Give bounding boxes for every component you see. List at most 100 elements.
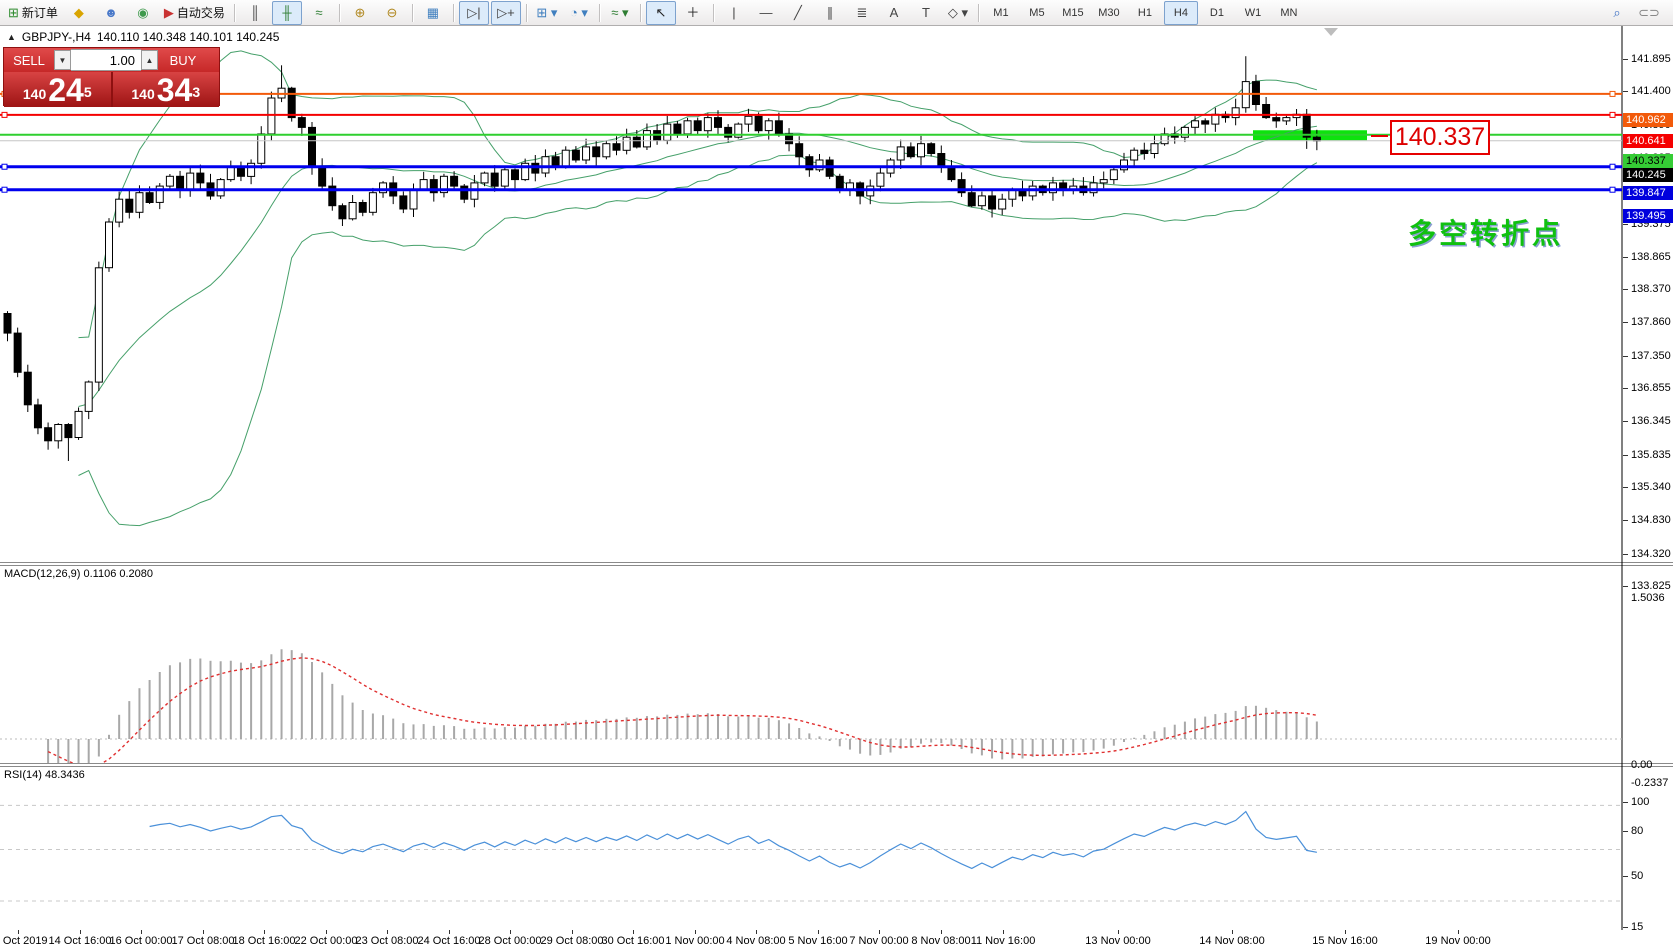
price-tick xyxy=(1623,520,1628,521)
support-1-line-anchor[interactable] xyxy=(1610,164,1615,169)
cursor-button[interactable]: ↖ xyxy=(646,1,676,25)
tf-m15-button[interactable]: M15 xyxy=(1056,1,1090,25)
sell-price[interactable]: 140 24 5 xyxy=(4,72,113,107)
chat-button[interactable]: ⊂⊃ xyxy=(1634,1,1664,25)
candle xyxy=(775,121,782,134)
chart-shift-button[interactable]: ▷| xyxy=(459,1,489,25)
zoom-in-button[interactable]: ⊕ xyxy=(345,1,375,25)
time-axis: 11 Oct 201914 Oct 16:0016 Oct 00:0017 Oc… xyxy=(0,930,1673,950)
candle xyxy=(765,121,772,131)
rsi-tick xyxy=(1623,802,1628,803)
tf-mn-button[interactable]: MN xyxy=(1272,1,1306,25)
horizontal-line-button[interactable]: ― xyxy=(751,1,781,25)
zoom-out-icon: ⊖ xyxy=(386,6,397,19)
candle xyxy=(410,189,417,209)
volume-input[interactable] xyxy=(71,49,141,71)
time-tick xyxy=(18,930,19,934)
support-1-line-anchor[interactable] xyxy=(2,164,7,169)
price-tick-label: 134.830 xyxy=(1631,514,1671,526)
vertical-line-button[interactable]: | xyxy=(719,1,749,25)
candle xyxy=(968,193,975,206)
buy-price[interactable]: 140 34 3 xyxy=(113,72,220,107)
tf-m30-button[interactable]: M30 xyxy=(1092,1,1126,25)
tile-windows-button[interactable]: ▦ xyxy=(418,1,448,25)
time-label: 18 Oct 16:00 xyxy=(233,935,296,947)
volume-down-button[interactable]: ▼ xyxy=(54,50,71,70)
channel-button[interactable]: ∥ xyxy=(815,1,845,25)
price-tick-label: 136.345 xyxy=(1631,415,1671,427)
sell-button[interactable]: SELL xyxy=(4,48,54,72)
trendline-button[interactable]: ╱ xyxy=(783,1,813,25)
text-label-button[interactable]: T xyxy=(911,1,941,25)
symbol-name: GBPJPY-,H4 xyxy=(22,30,91,44)
candle xyxy=(542,157,549,173)
signals-button[interactable]: ◉ xyxy=(128,1,158,25)
candle xyxy=(1273,118,1280,121)
resistance-1-line-anchor[interactable] xyxy=(1610,91,1615,96)
time-tick xyxy=(1118,930,1119,934)
candle xyxy=(664,124,671,140)
collapse-icon[interactable]: ▲ xyxy=(7,32,16,42)
time-tick xyxy=(326,930,327,934)
period-button[interactable]: ◔ ▾ xyxy=(564,1,594,25)
price-tick-label: 135.835 xyxy=(1631,449,1671,461)
resistance-1-badge: 140.962 xyxy=(1623,113,1673,127)
resistance-2-line-anchor[interactable] xyxy=(2,112,7,117)
auto-scroll-button[interactable]: ▷+ xyxy=(491,1,521,25)
price-tick xyxy=(1623,586,1628,587)
annotation-text[interactable]: 多空转折点 xyxy=(1408,212,1563,252)
profiles-icon: ☻ xyxy=(104,6,118,19)
time-label: 8 Nov 08:00 xyxy=(911,935,970,947)
time-tick xyxy=(80,930,81,934)
time-label: 24 Oct 16:00 xyxy=(418,935,481,947)
cursor-icon: ↖ xyxy=(655,6,666,19)
crosshair-button[interactable]: ＋ xyxy=(678,1,708,25)
tf-d1-button[interactable]: D1 xyxy=(1200,1,1234,25)
new-chart-button[interactable]: ⊞ ▾ xyxy=(532,1,562,25)
candle xyxy=(227,167,234,180)
tf-m5-button[interactable]: M5 xyxy=(1020,1,1054,25)
price-tick xyxy=(1623,59,1628,60)
candlestick-button[interactable]: ╫ xyxy=(272,1,302,25)
candle xyxy=(4,314,11,334)
search-button[interactable]: ⌕ xyxy=(1602,1,1632,25)
text-button[interactable]: A xyxy=(879,1,909,25)
candle xyxy=(1131,150,1138,160)
support-2-line-anchor[interactable] xyxy=(2,187,7,192)
price-callout-box[interactable]: 140.337 xyxy=(1390,120,1490,155)
tf-m1-button[interactable]: M1 xyxy=(984,1,1018,25)
search-icon: ⌕ xyxy=(1613,6,1620,19)
candle xyxy=(339,206,346,219)
time-tick xyxy=(1345,930,1346,934)
profiles-button[interactable]: ☻ xyxy=(96,1,126,25)
bar-chart-button[interactable]: ║ xyxy=(240,1,270,25)
macd-panel xyxy=(0,649,1622,781)
tf-h1-button[interactable]: H1 xyxy=(1128,1,1162,25)
indicator-list-button[interactable]: ≈ ▾ xyxy=(605,1,635,25)
price-tick xyxy=(1623,487,1628,488)
new-order-button[interactable]: ⊞新订单 xyxy=(4,1,62,25)
candle xyxy=(918,144,925,157)
price-tick-label: 133.825 xyxy=(1631,580,1671,592)
time-label: 16 Oct 00:00 xyxy=(110,935,173,947)
price-tick xyxy=(1623,224,1628,225)
time-label: 4 Nov 08:00 xyxy=(726,935,785,947)
buy-button[interactable]: BUY xyxy=(158,48,208,72)
support-2-line-anchor[interactable] xyxy=(1610,187,1615,192)
buy-price-prefix: 140 xyxy=(131,84,154,104)
volume-up-button[interactable]: ▲ xyxy=(141,50,158,70)
tf-w1-button[interactable]: W1 xyxy=(1236,1,1270,25)
styler-button[interactable]: ◆ xyxy=(64,1,94,25)
autotrade-button[interactable]: ▶自动交易 xyxy=(160,1,229,25)
line-chart-button[interactable]: ≈ xyxy=(304,1,334,25)
arrows-button[interactable]: ◇ ▾ xyxy=(943,1,973,25)
tf-h4-button[interactable]: H4 xyxy=(1164,1,1198,25)
fibonacci-button[interactable]: ≣ xyxy=(847,1,877,25)
candle xyxy=(501,170,508,186)
candle xyxy=(583,147,590,160)
candle xyxy=(380,183,387,193)
candle xyxy=(715,118,722,128)
zoom-out-button[interactable]: ⊖ xyxy=(377,1,407,25)
resistance-2-line-anchor[interactable] xyxy=(1610,112,1615,117)
candle xyxy=(24,372,31,405)
